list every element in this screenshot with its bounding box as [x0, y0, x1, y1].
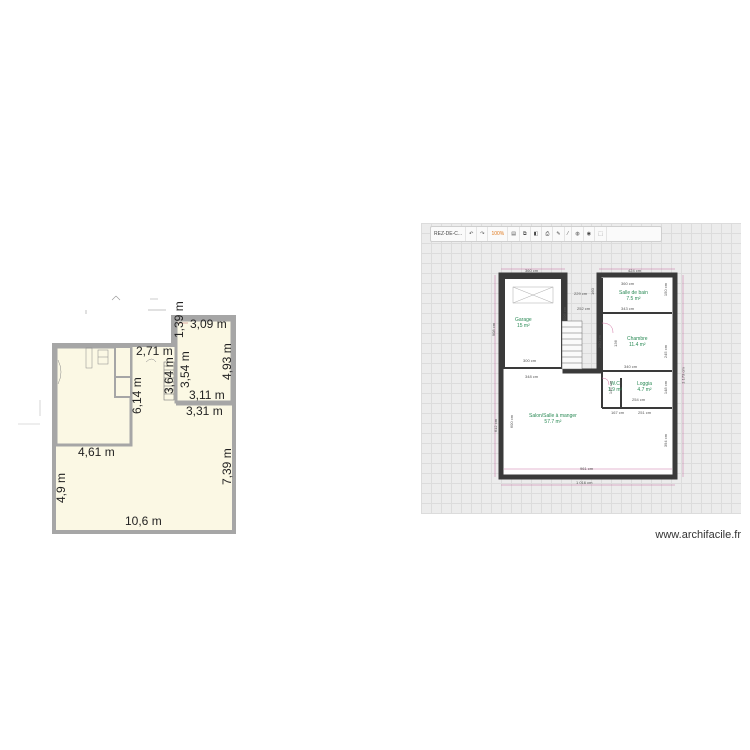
room-label-chambre: Chambre 11.4 m²: [627, 336, 648, 348]
dim-text: 136: [612, 340, 618, 347]
dim-text: 908 cm: [491, 322, 497, 337]
dim-text: 612 cm: [493, 418, 499, 433]
dim-text: 146 cm: [608, 380, 614, 395]
dim-text: 348 cm: [525, 374, 539, 379]
watermark-text: www.archifacile.fr: [655, 529, 741, 541]
app-screenshot: REZ-DE-C... ↶ ↷ 100% ▤ ⧉ ◧ ⎙ ✎ ⁄ ◍ ◉ ⬚ G…: [421, 223, 741, 514]
dim-text: 150 cm: [663, 282, 669, 297]
left-floor-plan: 3,09 m 1,39 m 2,71 m 4,93 m 3,54 m 3,64 …: [0, 0, 420, 560]
dim-label: 2,71 m: [136, 344, 173, 358]
dim-label: 3,09 m: [190, 317, 227, 331]
dim-text: 167 cm: [611, 410, 625, 415]
dim-text: 252 cm: [577, 306, 591, 311]
dim-label: 3,11 m: [189, 388, 225, 402]
dim-text: 148 cm: [663, 380, 669, 395]
dim-text: 340 cm: [624, 364, 638, 369]
dim-label: 3,64 m: [162, 357, 176, 394]
dim-text: 251 cm: [638, 410, 652, 415]
dim-text: 360 cm: [621, 281, 635, 286]
room-label-loggia: Loggia 4.7 m²: [637, 381, 653, 393]
dim-text: 245 cm: [663, 344, 669, 359]
dim-label: 4,9 m: [54, 472, 68, 503]
dim-text: 600 cm: [509, 414, 515, 429]
dim-label: 1,39 m: [172, 301, 186, 338]
dim-text: 961 cm: [580, 466, 594, 471]
dim-text: 260 cm: [597, 334, 603, 349]
room-label-salle-de-bain: Salle de bain 7.5 m²: [619, 290, 648, 302]
dim-text: 343 cm: [621, 306, 635, 311]
dim-label: 10,6 m: [125, 514, 162, 528]
dim-text: 1 016 cm: [576, 480, 593, 485]
dim-text: 394 cm: [663, 433, 669, 448]
dim-label: 4,61 m: [78, 445, 115, 459]
room-label-salon: Salon/Salle à manger 57.7 m²: [529, 413, 577, 425]
dim-label: 3,54 m: [178, 351, 192, 388]
dim-text: 160: [589, 288, 595, 295]
dim-text: 506 cm: [562, 306, 568, 321]
dim-label: 7,39 m: [220, 448, 234, 485]
dim-text: 300 cm: [523, 358, 537, 363]
dim-text: 229 cm: [574, 291, 588, 296]
room-label-garage: Garage 15 m²: [515, 317, 532, 329]
dim-text: 254 cm: [632, 397, 646, 402]
dim-text: 1 173 cm: [680, 367, 686, 384]
dim-label: 6,14 m: [130, 377, 144, 414]
dim-label: 3,31 m: [186, 404, 223, 418]
dim-label: 4,93 m: [220, 343, 234, 380]
dim-text: 424 cm: [628, 268, 642, 273]
dim-text: 360 cm: [525, 268, 539, 273]
